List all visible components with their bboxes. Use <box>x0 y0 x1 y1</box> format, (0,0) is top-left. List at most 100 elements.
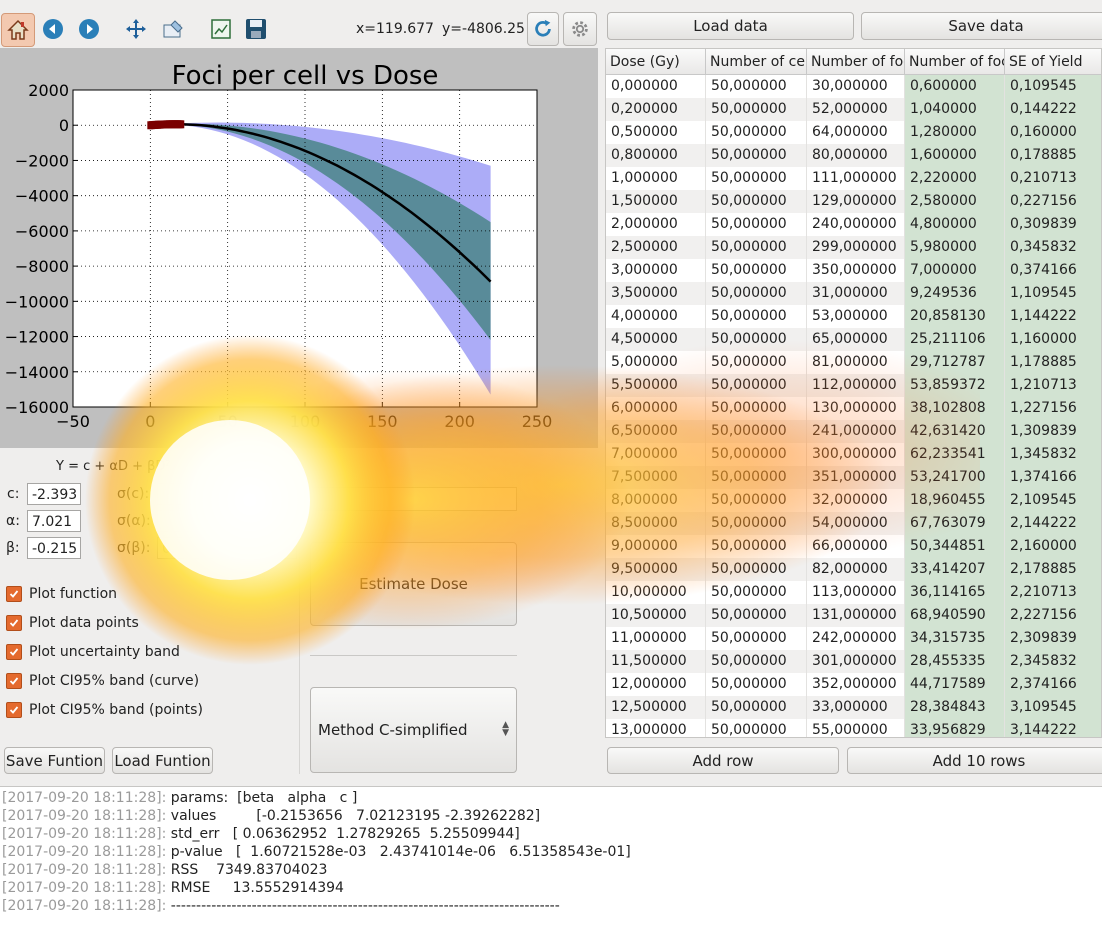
table-cell[interactable]: 50,000000 <box>706 604 807 627</box>
table-cell[interactable]: 0,227156 <box>1005 190 1101 213</box>
table-cell[interactable]: 3,109545 <box>1005 696 1101 719</box>
checkbox-3[interactable]: Plot CI95% band (curve) <box>6 673 199 689</box>
table-row[interactable]: 7,500000 50,000000 351,000000 53,241700 1,37… <box>606 466 1101 489</box>
table-row[interactable]: 0,500000 50,000000 64,000000 1,280000 0,1600… <box>606 121 1101 144</box>
table-cell[interactable]: 50,000000 <box>706 190 807 213</box>
load-function-button[interactable]: Load Funtion <box>112 747 213 774</box>
table-row[interactable]: 6,000000 50,000000 130,000000 38,102808 1,22… <box>606 397 1101 420</box>
table-cell[interactable]: 50,000000 <box>706 719 807 737</box>
table-cell[interactable]: 5,000000 <box>606 351 706 374</box>
settings-button[interactable] <box>563 12 597 46</box>
table-cell[interactable]: 5,500000 <box>606 374 706 397</box>
table-cell[interactable]: 4,500000 <box>606 328 706 351</box>
table-row[interactable]: 10,000000 50,000000 113,000000 36,114165 2,2… <box>606 581 1101 604</box>
table-cell[interactable]: 3,144222 <box>1005 719 1101 737</box>
table-row[interactable]: 4,000000 50,000000 53,000000 20,858130 1,144… <box>606 305 1101 328</box>
column-header[interactable]: Number of foc <box>905 49 1005 75</box>
table-cell[interactable]: 53,000000 <box>807 305 905 328</box>
table-cell[interactable]: 0,210713 <box>1005 167 1101 190</box>
table-cell[interactable]: 50,000000 <box>706 581 807 604</box>
table-cell[interactable]: 351,000000 <box>807 466 905 489</box>
table-cell[interactable]: 0,374166 <box>1005 259 1101 282</box>
table-cell[interactable]: 0,160000 <box>1005 121 1101 144</box>
table-cell[interactable]: 0,309839 <box>1005 213 1101 236</box>
table-cell[interactable]: 55,000000 <box>807 719 905 737</box>
table-cell[interactable]: 1,178885 <box>1005 351 1101 374</box>
sigma-beta-input[interactable]: 0. <box>157 537 297 559</box>
table-cell[interactable]: 8,000000 <box>606 489 706 512</box>
table-row[interactable]: 5,500000 50,000000 112,000000 53,859372 1,21… <box>606 374 1101 397</box>
table-row[interactable]: 4,500000 50,000000 65,000000 25,211106 1,160… <box>606 328 1101 351</box>
beta-input[interactable]: -0.215 <box>27 537 81 559</box>
table-cell[interactable]: 1,144222 <box>1005 305 1101 328</box>
table-cell[interactable]: 2,144222 <box>1005 512 1101 535</box>
table-cell[interactable]: 50,000000 <box>706 696 807 719</box>
table-cell[interactable]: 12,500000 <box>606 696 706 719</box>
table-cell[interactable]: 50,000000 <box>706 627 807 650</box>
table-row[interactable]: 7,000000 50,000000 300,000000 62,233541 1,34… <box>606 443 1101 466</box>
table-cell[interactable]: 1,227156 <box>1005 397 1101 420</box>
load-data-button[interactable]: Load data <box>607 12 854 40</box>
table-cell[interactable]: 11,000000 <box>606 627 706 650</box>
table-cell[interactable]: 50,000000 <box>706 512 807 535</box>
save-data-button[interactable]: Save data <box>861 12 1102 40</box>
table-cell[interactable]: 1,374166 <box>1005 466 1101 489</box>
table-cell[interactable]: 50,000000 <box>706 213 807 236</box>
table-row[interactable]: 8,000000 50,000000 32,000000 18,960455 2,109… <box>606 489 1101 512</box>
table-cell[interactable]: 66,000000 <box>807 535 905 558</box>
table-cell[interactable]: 2,210713 <box>1005 581 1101 604</box>
checkmark-icon[interactable] <box>6 702 22 718</box>
table-cell[interactable]: 2,345832 <box>1005 650 1101 673</box>
c-input[interactable]: -2.393 <box>27 483 81 505</box>
table-row[interactable]: 9,000000 50,000000 66,000000 50,344851 2,160… <box>606 535 1101 558</box>
table-cell[interactable]: 9,000000 <box>606 535 706 558</box>
table-cell[interactable]: 0,500000 <box>606 121 706 144</box>
table-cell[interactable]: 1,280000 <box>905 121 1005 144</box>
table-cell[interactable]: 0,345832 <box>1005 236 1101 259</box>
column-header[interactable]: Number of cel <box>706 49 807 75</box>
table-cell[interactable]: 50,000000 <box>706 535 807 558</box>
table-cell[interactable]: 129,000000 <box>807 190 905 213</box>
table-cell[interactable]: 54,000000 <box>807 512 905 535</box>
table-cell[interactable]: 113,000000 <box>807 581 905 604</box>
log-console[interactable]: [2017-09-20 18:11:28]: params: [beta alp… <box>0 786 1102 944</box>
table-row[interactable]: 8,500000 50,000000 54,000000 67,763079 2,144… <box>606 512 1101 535</box>
table-cell[interactable]: 12,000000 <box>606 673 706 696</box>
table-cell[interactable]: 4,000000 <box>606 305 706 328</box>
column-header[interactable]: Number of foc <box>807 49 905 75</box>
table-cell[interactable]: 11,500000 <box>606 650 706 673</box>
table-cell[interactable]: 240,000000 <box>807 213 905 236</box>
table-cell[interactable]: 2,160000 <box>1005 535 1101 558</box>
table-cell[interactable]: 50,000000 <box>706 305 807 328</box>
table-row[interactable]: 2,500000 50,000000 299,000000 5,980000 0,345… <box>606 236 1101 259</box>
back-button[interactable] <box>37 13 69 45</box>
table-row[interactable]: 12,500000 50,000000 33,000000 28,384843 3,10… <box>606 696 1101 719</box>
table-cell[interactable]: 8,500000 <box>606 512 706 535</box>
checkmark-icon[interactable] <box>6 586 22 602</box>
table-cell[interactable]: 352,000000 <box>807 673 905 696</box>
table-cell[interactable]: 7,000000 <box>905 259 1005 282</box>
configure-subplots-button[interactable] <box>157 13 189 45</box>
table-row[interactable]: 3,500000 50,000000 31,000000 9,249536 1,1095… <box>606 282 1101 305</box>
table-cell[interactable]: 44,717589 <box>905 673 1005 696</box>
table-cell[interactable]: 20,858130 <box>905 305 1005 328</box>
table-cell[interactable]: 50,000000 <box>706 121 807 144</box>
table-cell[interactable]: 50,000000 <box>706 75 807 98</box>
table-cell[interactable]: 50,000000 <box>706 489 807 512</box>
table-cell[interactable]: 7,500000 <box>606 466 706 489</box>
checkmark-icon[interactable] <box>6 615 22 631</box>
table-cell[interactable]: 7,000000 <box>606 443 706 466</box>
column-header[interactable]: Dose (Gy) <box>606 49 706 75</box>
table-cell[interactable]: 68,940590 <box>905 604 1005 627</box>
table-cell[interactable]: 28,455335 <box>905 650 1005 673</box>
method-select[interactable]: Method C-simplified ▲ ▼ <box>310 687 517 773</box>
checkbox-2[interactable]: Plot uncertainty band <box>6 644 180 660</box>
table-row[interactable]: 13,000000 50,000000 55,000000 33,956829 3,14… <box>606 719 1101 737</box>
table-cell[interactable]: 33,956829 <box>905 719 1005 737</box>
table-cell[interactable]: 0,000000 <box>606 75 706 98</box>
table-cell[interactable]: 50,000000 <box>706 328 807 351</box>
alpha-input[interactable]: 7.021 <box>27 510 81 532</box>
table-cell[interactable]: 6,500000 <box>606 420 706 443</box>
column-header[interactable]: SE of Yield <box>1005 49 1101 75</box>
table-cell[interactable]: 42,631420 <box>905 420 1005 443</box>
